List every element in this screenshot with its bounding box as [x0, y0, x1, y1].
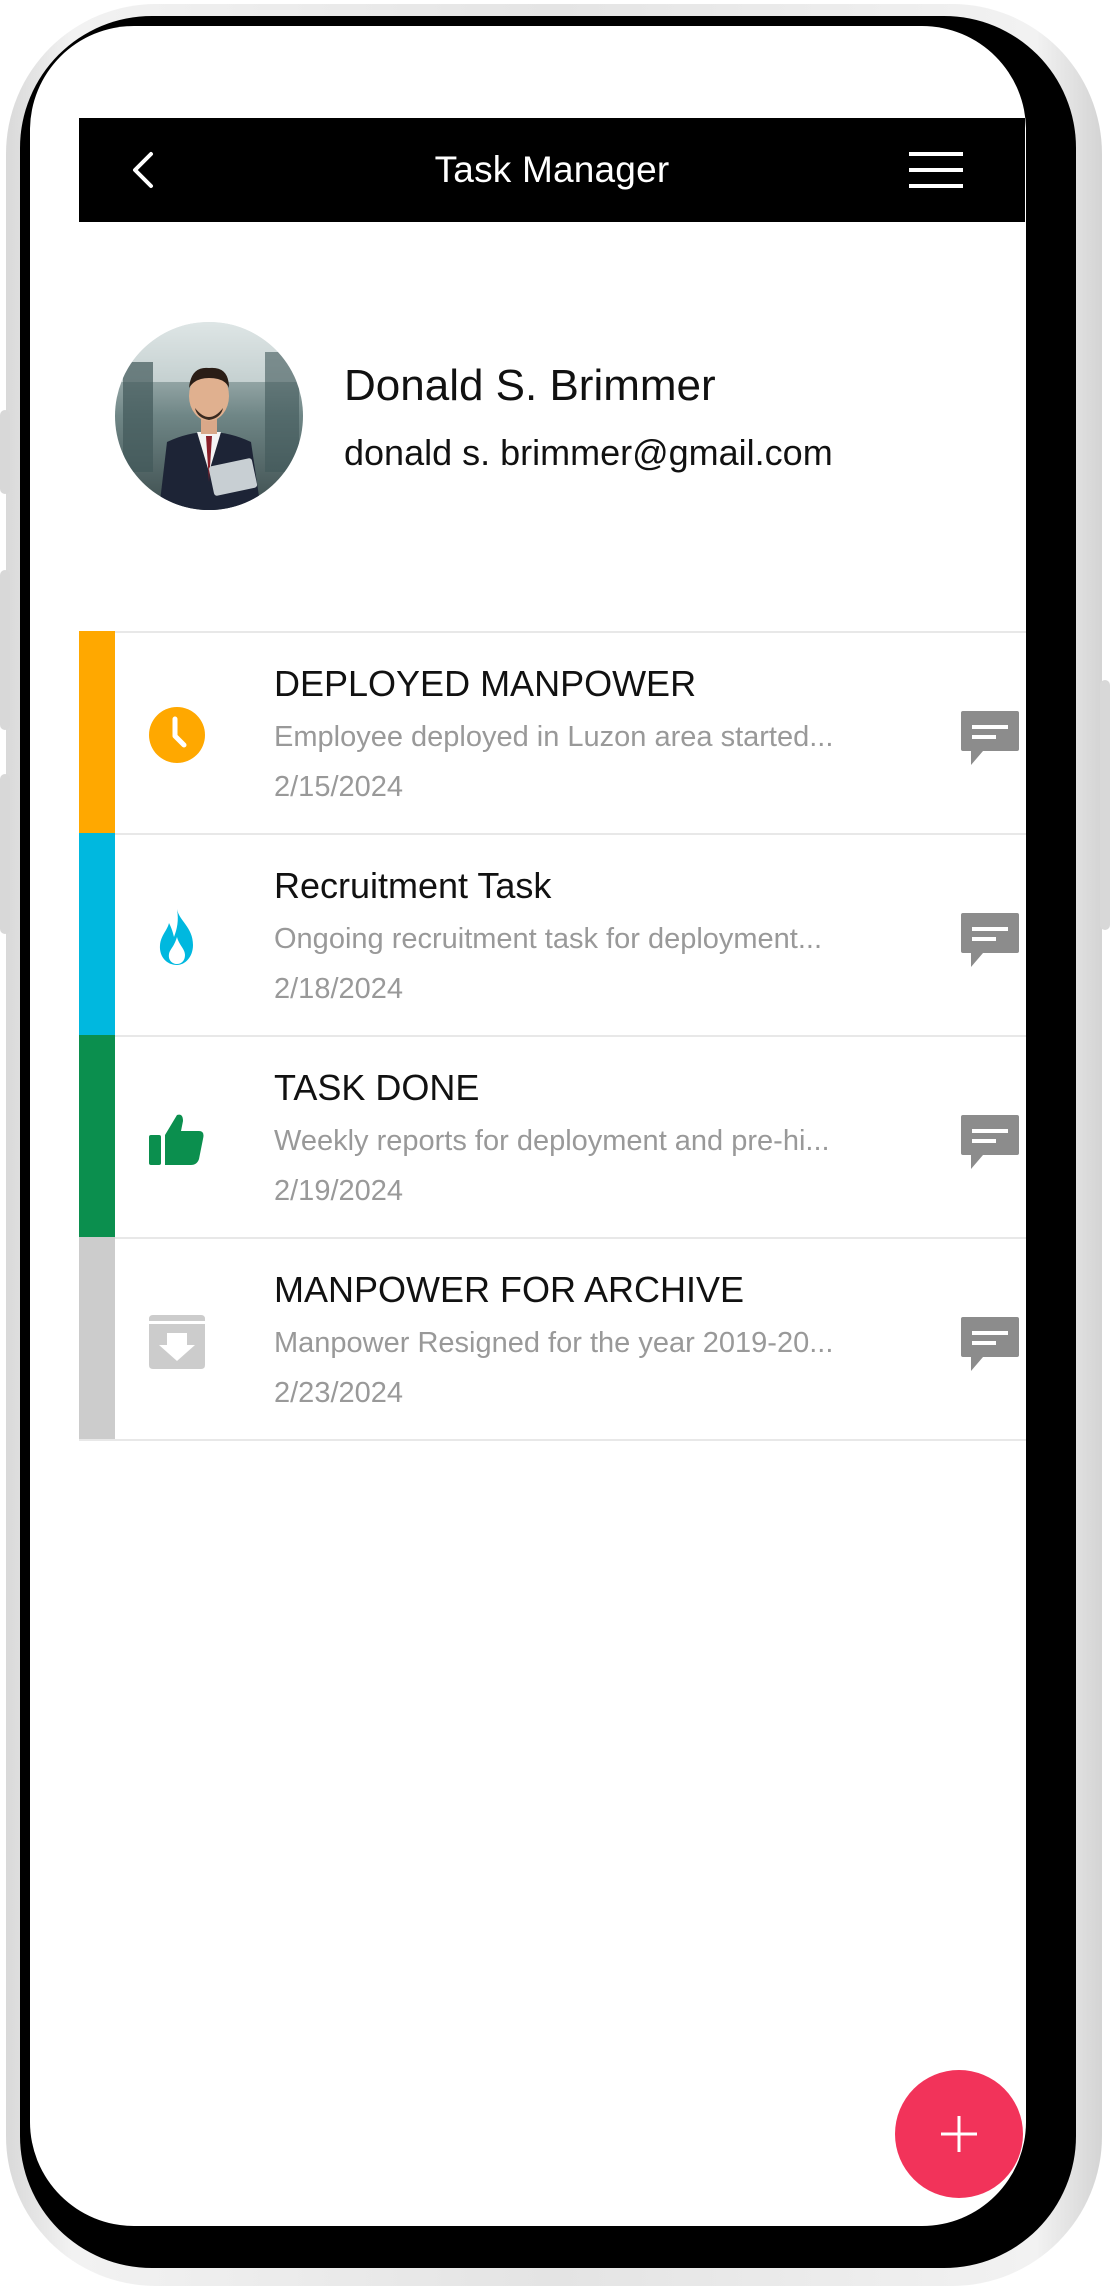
comment-icon[interactable] [959, 1113, 1021, 1171]
task-date: 2/19/2024 [274, 1175, 404, 1207]
archive-icon [147, 1311, 207, 1371]
task-item-recruitment-task[interactable]: Recruitment Task Ongoing recruitment tas… [79, 833, 1026, 1035]
task-color-bar [79, 833, 115, 1035]
comment-icon[interactable] [959, 1315, 1021, 1373]
task-date: 2/23/2024 [274, 1377, 404, 1409]
comment-icon[interactable] [959, 911, 1021, 969]
task-item-task-done[interactable]: TASK DONE Weekly reports for deployment … [79, 1035, 1026, 1237]
task-color-bar [79, 631, 115, 833]
task-date: 2/15/2024 [274, 771, 404, 803]
task-description: Ongoing recruitment task for deployment.… [274, 923, 823, 955]
task-description: Manpower Resigned for the year 2019-20..… [274, 1327, 834, 1359]
phone-screen: Task Manager Donald S. Brimmer donald s.… [30, 26, 1026, 2226]
task-description: Employee deployed in Luzon area started.… [274, 721, 834, 753]
profile-email: donald s. brimmer@gmail.com [344, 432, 833, 473]
task-title: DEPLOYED MANPOWER [274, 663, 697, 704]
plus-icon [941, 2116, 977, 2152]
task-color-bar [79, 1035, 115, 1237]
task-color-bar [79, 1237, 115, 1439]
task-list: DEPLOYED MANPOWER Employee deployed in L… [79, 631, 1026, 1441]
page-title: Task Manager [434, 149, 670, 190]
profile-name: Donald S. Brimmer [344, 361, 716, 410]
thumbs-up-icon [147, 1109, 207, 1169]
avatar [115, 322, 303, 510]
task-item-manpower-for-archive[interactable]: MANPOWER FOR ARCHIVE Manpower Resigned f… [79, 1237, 1026, 1441]
side-button-mute [0, 410, 10, 494]
side-button-power [1100, 680, 1110, 930]
task-date: 2/18/2024 [274, 973, 404, 1005]
task-title: TASK DONE [274, 1067, 480, 1108]
side-button-volume-down [0, 774, 10, 934]
task-title: Recruitment Task [274, 865, 552, 906]
task-item-deployed-manpower[interactable]: DEPLOYED MANPOWER Employee deployed in L… [79, 631, 1026, 833]
comment-icon[interactable] [959, 709, 1021, 767]
clock-icon [147, 705, 207, 765]
flame-icon [147, 907, 207, 967]
task-title: MANPOWER FOR ARCHIVE [274, 1269, 745, 1310]
task-description: Weekly reports for deployment and pre-hi… [274, 1125, 830, 1157]
side-button-volume-up [0, 570, 10, 730]
app-header: Task Manager [79, 118, 1025, 222]
hamburger-menu-icon[interactable] [909, 148, 963, 192]
add-task-button[interactable] [895, 2070, 1023, 2198]
